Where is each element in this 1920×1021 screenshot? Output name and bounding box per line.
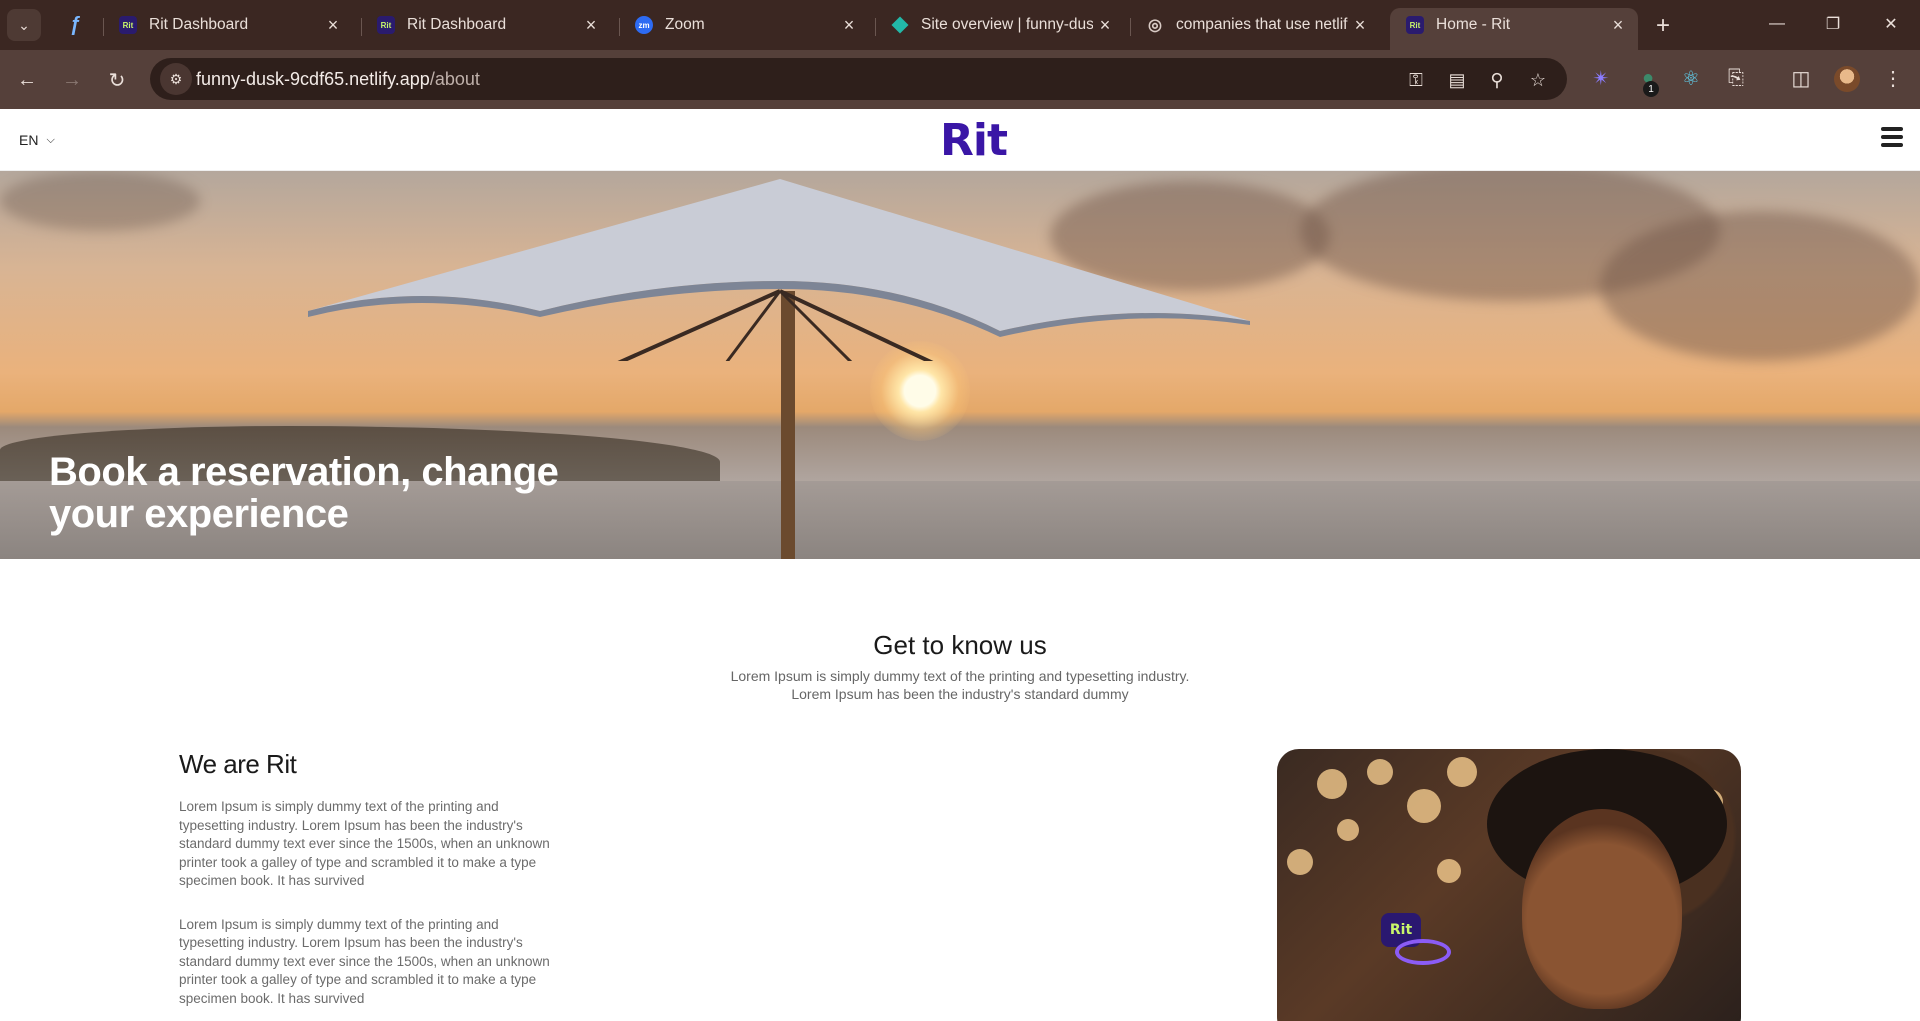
cloud <box>1600 211 1920 361</box>
url-path: /about <box>429 69 480 89</box>
cloud <box>0 171 200 231</box>
about-title: We are Rit <box>179 749 297 779</box>
close-icon[interactable]: × <box>1606 13 1630 37</box>
site-header: EN ⌵ Rit <box>0 109 1920 171</box>
get-to-know-section: Get to know us Lorem Ipsum is simply dum… <box>0 623 1920 703</box>
netlify-icon <box>891 16 909 34</box>
section-subtitle: Lorem Ipsum is simply dummy text of the … <box>0 667 1920 703</box>
umbrella-canopy <box>308 179 1250 361</box>
tab-strip: ⌄ ƒ Rit Rit Dashboard × Rit Rit Dashboar… <box>0 0 1920 50</box>
back-button[interactable]: ← <box>11 64 43 96</box>
web-page: EN ⌵ Rit Book a reservation, change your… <box>0 109 1920 1021</box>
arrow-left-icon: ← <box>17 68 37 91</box>
restore-icon: ❐ <box>1825 16 1841 33</box>
hamburger-line <box>1881 127 1903 131</box>
browser-toolbar: ← → ↻ ⚙ funny-dusk-9cdf65.netlify.app/ab… <box>0 50 1920 109</box>
tab-home-rit-active[interactable]: Rit Home - Rit × <box>1390 8 1638 50</box>
tab-site-overview[interactable]: Site overview | funny-dus × <box>875 8 1125 42</box>
about-paragraph-2: Lorem Ipsum is simply dummy text of the … <box>179 916 550 1006</box>
url-text[interactable]: funny-dusk-9cdf65.netlify.app/about <box>196 69 480 90</box>
language-label: EN <box>19 132 39 148</box>
tab-rit-dashboard-2[interactable]: Rit Rit Dashboard × <box>361 8 611 42</box>
more-menu-icon[interactable]: ⋮ <box>1879 64 1907 92</box>
tab-title: companies that use netlif <box>1176 16 1348 33</box>
subtitle-line-2: Lorem Ipsum has been the industry's stan… <box>791 686 1129 702</box>
forward-button[interactable]: → <box>56 64 88 96</box>
rit-favicon-icon: Rit <box>1406 16 1424 34</box>
minimize-icon: — <box>1769 15 1785 32</box>
rit-favicon-icon: Rit <box>119 16 137 34</box>
side-panel-icon[interactable]: ◫ <box>1787 64 1815 92</box>
language-selector[interactable]: EN ⌵ <box>19 132 55 148</box>
key-icon[interactable]: ⚿ <box>1403 67 1429 93</box>
reload-icon: ↻ <box>108 69 126 92</box>
url-host: funny-dusk-9cdf65.netlify.app <box>196 69 430 89</box>
about-section: We are Rit Lorem Ipsum is simply dummy t… <box>179 749 559 1008</box>
pinned-app-icon: ƒ <box>69 13 81 36</box>
bokeh-light <box>1337 819 1359 841</box>
plus-icon: + <box>1655 12 1670 39</box>
tab-title: Rit Dashboard <box>407 16 507 33</box>
site-info-icon[interactable]: ⚙ <box>160 63 192 95</box>
close-icon[interactable]: × <box>837 13 861 37</box>
about-photo: Rit <box>1277 749 1741 1021</box>
tab-title: Site overview | funny-dus <box>921 16 1093 33</box>
close-icon[interactable]: × <box>321 13 345 37</box>
minimize-button[interactable]: — <box>1754 8 1800 40</box>
new-tab-button[interactable]: + <box>1648 11 1678 41</box>
zoom-favicon-icon: zm <box>635 16 653 34</box>
bokeh-light <box>1407 789 1441 823</box>
star-icon[interactable]: ☆ <box>1525 67 1551 93</box>
bokeh-light <box>1317 769 1347 799</box>
bokeh-light <box>1437 859 1461 883</box>
menu-button[interactable] <box>1881 127 1903 147</box>
arrow-right-icon: → <box>62 68 82 91</box>
restore-button[interactable]: ❐ <box>1810 8 1856 40</box>
section-title: Get to know us <box>873 630 1047 660</box>
glow-ring <box>1395 939 1451 965</box>
tab-title: Rit Dashboard <box>149 16 249 33</box>
tab-rit-dashboard-1[interactable]: Rit Rit Dashboard × <box>103 8 353 42</box>
reload-button[interactable]: ↻ <box>101 64 133 96</box>
chevron-down-icon: ⌄ <box>18 16 30 33</box>
hamburger-line <box>1881 143 1903 147</box>
zoom-icon[interactable]: ⚲ <box>1484 67 1510 93</box>
site-logo[interactable]: Rit <box>940 115 1008 166</box>
address-bar[interactable]: ⚙ funny-dusk-9cdf65.netlify.app/about ⚿ … <box>150 58 1567 100</box>
close-icon[interactable]: × <box>1093 13 1117 37</box>
hamburger-line <box>1881 135 1903 139</box>
rit-favicon-icon: Rit <box>377 16 395 34</box>
close-icon[interactable]: × <box>579 13 603 37</box>
install-app-icon[interactable]: ▤ <box>1444 67 1470 93</box>
tab-title: Home - Rit <box>1436 16 1511 33</box>
browser-chrome: ⌄ ƒ Rit Rit Dashboard × Rit Rit Dashboar… <box>0 0 1920 109</box>
hero-title: Book a reservation, change your experien… <box>49 450 559 536</box>
subtitle-line-1: Lorem Ipsum is simply dummy text of the … <box>730 668 1190 684</box>
about-paragraph-1: Lorem Ipsum is simply dummy text of the … <box>179 799 550 888</box>
globe-icon: ◎ <box>1148 17 1162 34</box>
tab-title: Zoom <box>665 16 705 33</box>
react-devtools-icon[interactable]: ⚛ <box>1677 64 1705 92</box>
chevron-down-icon: ⌵ <box>46 133 55 146</box>
window-close-button[interactable]: ✕ <box>1868 8 1914 40</box>
profile-avatar[interactable] <box>1834 66 1860 92</box>
bokeh-light <box>1447 757 1477 787</box>
close-icon: ✕ <box>1884 16 1898 33</box>
tab-zoom[interactable]: zm Zoom × <box>619 8 869 42</box>
person-face <box>1522 809 1682 1009</box>
close-icon[interactable]: × <box>1348 13 1372 37</box>
tab-search-button[interactable]: ⌄ <box>7 9 41 41</box>
extension-star-icon[interactable]: ✴ <box>1587 64 1615 92</box>
hero-banner: Book a reservation, change your experien… <box>0 171 1920 559</box>
bokeh-light <box>1367 759 1393 785</box>
pinned-tab[interactable]: ƒ <box>58 10 92 40</box>
bokeh-light <box>1287 849 1313 875</box>
tab-companies-netlify[interactable]: ◎ companies that use netlif × <box>1130 8 1380 42</box>
extensions-puzzle-icon[interactable]: ⎘ <box>1722 64 1750 92</box>
extension-badge: 1 <box>1643 81 1659 97</box>
